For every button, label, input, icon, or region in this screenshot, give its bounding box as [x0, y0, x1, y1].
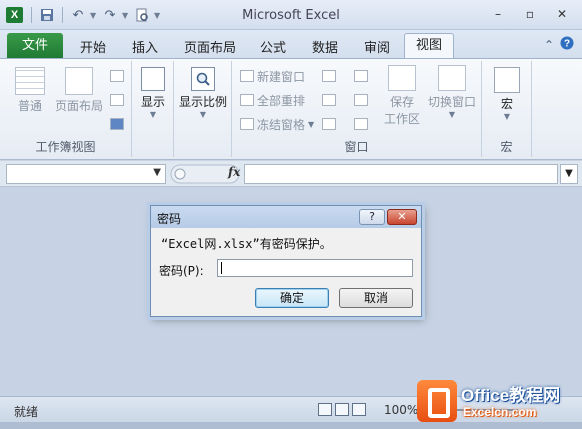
insert-function-icon[interactable]: fx [228, 165, 240, 179]
hide-icon [322, 94, 336, 106]
title-bar: X ↶ ▼ ↷ ▼ ▼ Microsoft Excel – ▫ ✕ [0, 0, 582, 30]
save-workspace-icon [388, 65, 416, 91]
switch-windows-dropdown-icon: ▼ [448, 110, 456, 119]
tab-formulas[interactable]: 公式 [260, 37, 286, 56]
page-layout-view-button[interactable]: 页面布局 [54, 67, 104, 114]
grid-icon [15, 67, 45, 95]
tab-page-layout[interactable]: 页面布局 [184, 37, 236, 56]
password-dialog: 密码 ? ✕ “Excel网.xlsx”有密码保护。 密码(P): 确定 取消 [150, 205, 422, 317]
watermark-name: Office教程网 [461, 386, 561, 405]
new-window-icon [240, 70, 254, 82]
show-button[interactable]: 显示 ▼ [136, 67, 170, 119]
macros-button[interactable]: 宏 ▼ [488, 67, 526, 121]
view-side-by-side-button[interactable] [354, 67, 368, 85]
zoom-level[interactable]: 100% [384, 403, 418, 417]
ribbon-tabs: 文件 开始 插入 页面布局 公式 数据 审阅 视图 ⌃ ? [0, 30, 582, 59]
office-logo-icon [417, 380, 457, 422]
tab-view[interactable]: 视图 [404, 33, 454, 59]
cancel-button[interactable]: 取消 [339, 288, 413, 308]
name-box[interactable]: ▼ [6, 164, 166, 184]
unhide-button[interactable] [322, 115, 336, 133]
split-icon [322, 70, 336, 82]
dialog-title-bar: 密码 ? ✕ [151, 206, 421, 228]
switch-windows-icon [438, 65, 466, 91]
status-text: 就绪 [14, 405, 39, 419]
tab-home[interactable]: 开始 [80, 37, 106, 56]
formula-input[interactable] [244, 164, 558, 184]
group-show: 显示 ▼ [132, 61, 174, 157]
custom-views-button[interactable] [110, 91, 124, 109]
collapse-ribbon-icon[interactable]: ⌃ [544, 38, 554, 52]
custom-views-icon [110, 94, 124, 106]
arrange-all-button[interactable]: 全部重排 [240, 91, 305, 109]
freeze-panes-icon [240, 118, 254, 130]
reset-position-icon [354, 118, 368, 130]
normal-view-button[interactable]: 普通 [10, 67, 50, 114]
group-label-macros: 宏 [500, 140, 513, 154]
ribbon-view: 普通 页面布局 工作簿视图 显示 ▼ 显示比例 ▼ 新建窗口 全部重排 冻结窗格… [0, 58, 582, 160]
switch-windows-button[interactable]: 切换窗口 ▼ [424, 65, 480, 119]
ok-button[interactable]: 确定 [255, 288, 329, 308]
help-icon[interactable]: ? [560, 36, 574, 53]
password-input[interactable] [217, 259, 413, 277]
zoom-button[interactable]: 显示比例 ▼ [176, 67, 230, 119]
watermark-url: Excelcn.com [463, 405, 537, 419]
text-cursor [221, 262, 222, 274]
hide-button[interactable] [322, 91, 336, 109]
sync-scroll-button[interactable] [354, 91, 368, 109]
svg-text:?: ? [564, 39, 570, 50]
page-break-preview-button[interactable] [110, 67, 124, 85]
page-layout-icon [65, 67, 93, 95]
view-shortcuts [318, 403, 366, 416]
name-box-dropdown-icon[interactable]: ▼ [153, 167, 161, 178]
tab-insert[interactable]: 插入 [132, 37, 158, 56]
tab-data[interactable]: 数据 [312, 37, 338, 56]
password-label: 密码(P): [159, 264, 204, 278]
freeze-dropdown-icon: ▼ [308, 119, 315, 129]
normal-view-icon[interactable] [318, 403, 332, 416]
magnifier-icon [191, 67, 215, 91]
minimize-button[interactable]: – [484, 4, 512, 24]
group-label-workbook-views: 工作簿视图 [35, 140, 96, 154]
save-workspace-button[interactable]: 保存 工作区 [380, 65, 424, 127]
dialog-close-button[interactable]: ✕ [387, 209, 417, 225]
arrange-all-icon [240, 94, 254, 106]
formula-bar: ▼ fx ▼ [0, 161, 582, 187]
show-dropdown-icon: ▼ [149, 110, 157, 119]
sync-scroll-icon [354, 94, 368, 106]
dialog-message: “Excel网.xlsx”有密码保护。 [161, 237, 332, 251]
side-by-side-icon [354, 70, 368, 82]
full-screen-icon [110, 118, 124, 130]
group-label-window: 窗口 [344, 140, 369, 154]
group-macros: 宏 ▼ 宏 [482, 61, 532, 157]
group-window: 新建窗口 全部重排 冻结窗格 ▼ 保存 工作区 切换窗口 ▼ 窗口 [232, 61, 482, 157]
page-layout-view-icon[interactable] [335, 403, 349, 416]
restore-button[interactable]: ▫ [516, 4, 544, 24]
reset-position-button[interactable] [354, 115, 368, 133]
tab-review[interactable]: 审阅 [364, 37, 390, 56]
unhide-icon [322, 118, 336, 130]
group-zoom: 显示比例 ▼ [174, 61, 232, 157]
macros-dropdown-icon: ▼ [503, 112, 511, 121]
macros-icon [494, 67, 520, 93]
dialog-help-button[interactable]: ? [359, 209, 385, 225]
ribbon-controls: ⌃ ? [544, 36, 574, 53]
page-break-icon [110, 70, 124, 82]
page-break-view-icon[interactable] [352, 403, 366, 416]
expand-formula-bar-icon[interactable]: ▼ [560, 164, 578, 184]
window-controls: – ▫ ✕ [484, 4, 576, 24]
full-screen-button[interactable] [110, 115, 124, 133]
zoom-dropdown-icon: ▼ [199, 110, 207, 119]
group-workbook-views: 普通 页面布局 工作簿视图 [0, 61, 132, 157]
dialog-title: 密码 [157, 212, 182, 226]
split-button[interactable] [322, 67, 336, 85]
freeze-panes-button[interactable]: 冻结窗格 ▼ [240, 115, 314, 133]
tab-file[interactable]: 文件 [7, 33, 63, 58]
show-icon [141, 67, 165, 91]
close-button[interactable]: ✕ [548, 4, 576, 24]
watermark: Office教程网 Excelcn.com [415, 378, 582, 426]
new-window-button[interactable]: 新建窗口 [240, 67, 305, 85]
